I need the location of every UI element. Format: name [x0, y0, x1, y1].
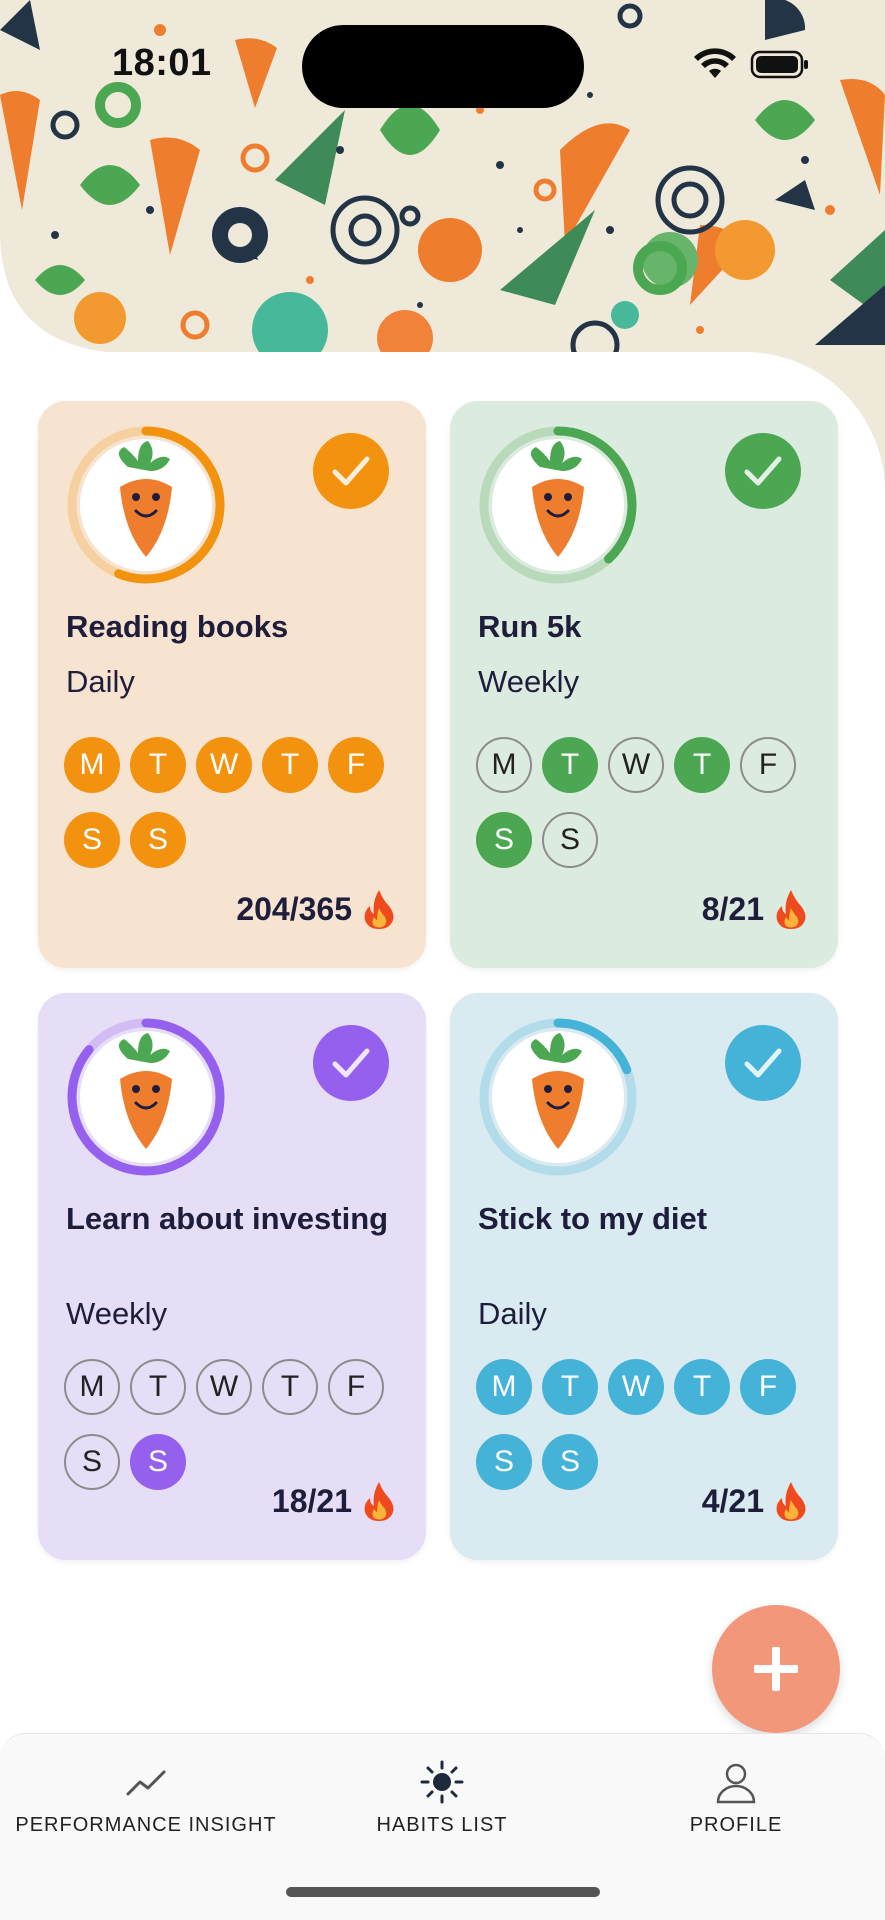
wifi-icon [694, 48, 736, 78]
habit-avatar [64, 423, 228, 587]
nav-habits-list[interactable]: HABITS LIST [302, 1760, 582, 1837]
add-habit-button[interactable] [712, 1605, 840, 1733]
habit-card[interactable]: Stick to my diet Daily MTWTFSS 4/21 [450, 993, 838, 1560]
habit-avatar [476, 423, 640, 587]
day-chip[interactable]: M [64, 1359, 120, 1415]
day-chip[interactable]: S [64, 812, 120, 868]
day-chip[interactable]: T [262, 737, 318, 793]
day-chip[interactable]: M [476, 737, 532, 793]
day-chip[interactable]: S [542, 812, 598, 868]
day-chip[interactable]: T [674, 1359, 730, 1415]
day-chip[interactable]: F [740, 737, 796, 793]
habit-frequency: Weekly [478, 664, 580, 699]
streak-counter: 8/21 [702, 888, 808, 930]
day-chip[interactable]: T [674, 737, 730, 793]
habit-card[interactable]: Learn about investing Weekly MTWTFSS 18/… [38, 993, 426, 1560]
habit-avatar [476, 1015, 640, 1179]
day-chip[interactable]: M [476, 1359, 532, 1415]
day-chip[interactable]: W [608, 1359, 664, 1415]
dynamic-island [302, 25, 584, 108]
battery-icon [750, 50, 808, 79]
day-chip[interactable]: W [196, 737, 252, 793]
habit-card[interactable]: Reading books Daily MTWTFSS 204/365 [38, 401, 426, 968]
checkmark-icon [744, 456, 782, 486]
streak-counter: 18/21 [272, 1480, 396, 1522]
nav-performance-insight[interactable]: PERFORMANCE INSIGHT [6, 1760, 286, 1837]
flame-icon [364, 1482, 394, 1521]
day-chip[interactable]: T [542, 1359, 598, 1415]
day-selector: MTWTFSS [64, 1359, 404, 1490]
sun-icon [420, 1760, 464, 1804]
day-selector: MTWTFSS [476, 1359, 816, 1490]
streak-text: 18/21 [271, 1482, 352, 1519]
nav-label: HABITS LIST [376, 1814, 508, 1836]
day-chip[interactable]: F [328, 1359, 384, 1415]
day-chip[interactable]: S [130, 1434, 186, 1490]
day-chip[interactable]: S [130, 812, 186, 868]
streak-counter: 4/21 [702, 1480, 808, 1522]
habit-title: Run 5k [478, 609, 582, 644]
streak-counter: 204/365 [236, 888, 396, 930]
day-selector: MTWTFSS [476, 737, 816, 868]
day-chip[interactable]: S [542, 1434, 598, 1490]
habit-frequency: Daily [66, 664, 135, 699]
nav-profile[interactable]: PROFILE [596, 1760, 876, 1837]
day-chip[interactable]: T [262, 1359, 318, 1415]
checkmark-icon [332, 1048, 370, 1078]
status-icons [694, 48, 808, 79]
carrot-laptop-icon [67, 426, 225, 584]
habit-title: Learn about investing [66, 1201, 389, 1236]
habit-title: Reading books [66, 609, 289, 644]
day-selector: MTWTFSS [64, 737, 404, 868]
day-chip[interactable]: S [64, 1434, 120, 1490]
complete-check-button[interactable] [313, 1025, 389, 1101]
day-chip[interactable]: T [130, 1359, 186, 1415]
home-indicator [286, 1887, 600, 1897]
flame-icon [776, 1482, 806, 1521]
complete-check-button[interactable] [725, 1025, 801, 1101]
carrot-running-icon [479, 426, 637, 584]
habit-avatar [64, 1015, 228, 1179]
person-icon [716, 1763, 756, 1804]
habit-title: Stick to my diet [478, 1201, 708, 1236]
complete-check-button[interactable] [725, 433, 801, 509]
habit-card[interactable]: Run 5k Weekly MTWTFSS 8/21 [450, 401, 838, 968]
nav-label: PROFILE [689, 1814, 783, 1836]
flame-icon [776, 890, 806, 929]
checkmark-icon [332, 456, 370, 486]
day-chip[interactable]: W [608, 737, 664, 793]
carrot-money-icon [67, 1018, 225, 1176]
status-time: 18:01 [112, 42, 212, 84]
complete-check-button[interactable] [313, 433, 389, 509]
day-chip[interactable]: M [64, 737, 120, 793]
streak-text: 204/365 [236, 890, 352, 927]
plus-icon [754, 1647, 798, 1691]
day-chip[interactable]: F [740, 1359, 796, 1415]
habit-frequency: Weekly [66, 1296, 168, 1331]
streak-text: 8/21 [701, 890, 764, 927]
day-chip[interactable]: S [476, 1434, 532, 1490]
day-chip[interactable]: T [130, 737, 186, 793]
day-chip[interactable]: W [196, 1359, 252, 1415]
nav-label: PERFORMANCE INSIGHT [15, 1814, 277, 1836]
flame-icon [364, 890, 394, 929]
chart-line-icon [126, 1770, 166, 1796]
sheet-curve [0, 232, 140, 362]
day-chip[interactable]: F [328, 737, 384, 793]
streak-text: 4/21 [701, 1482, 764, 1519]
habit-frequency: Daily [478, 1296, 547, 1331]
day-chip[interactable]: T [542, 737, 598, 793]
day-chip[interactable]: S [476, 812, 532, 868]
checkmark-icon [744, 1048, 782, 1078]
carrot-meditating-icon [479, 1018, 637, 1176]
